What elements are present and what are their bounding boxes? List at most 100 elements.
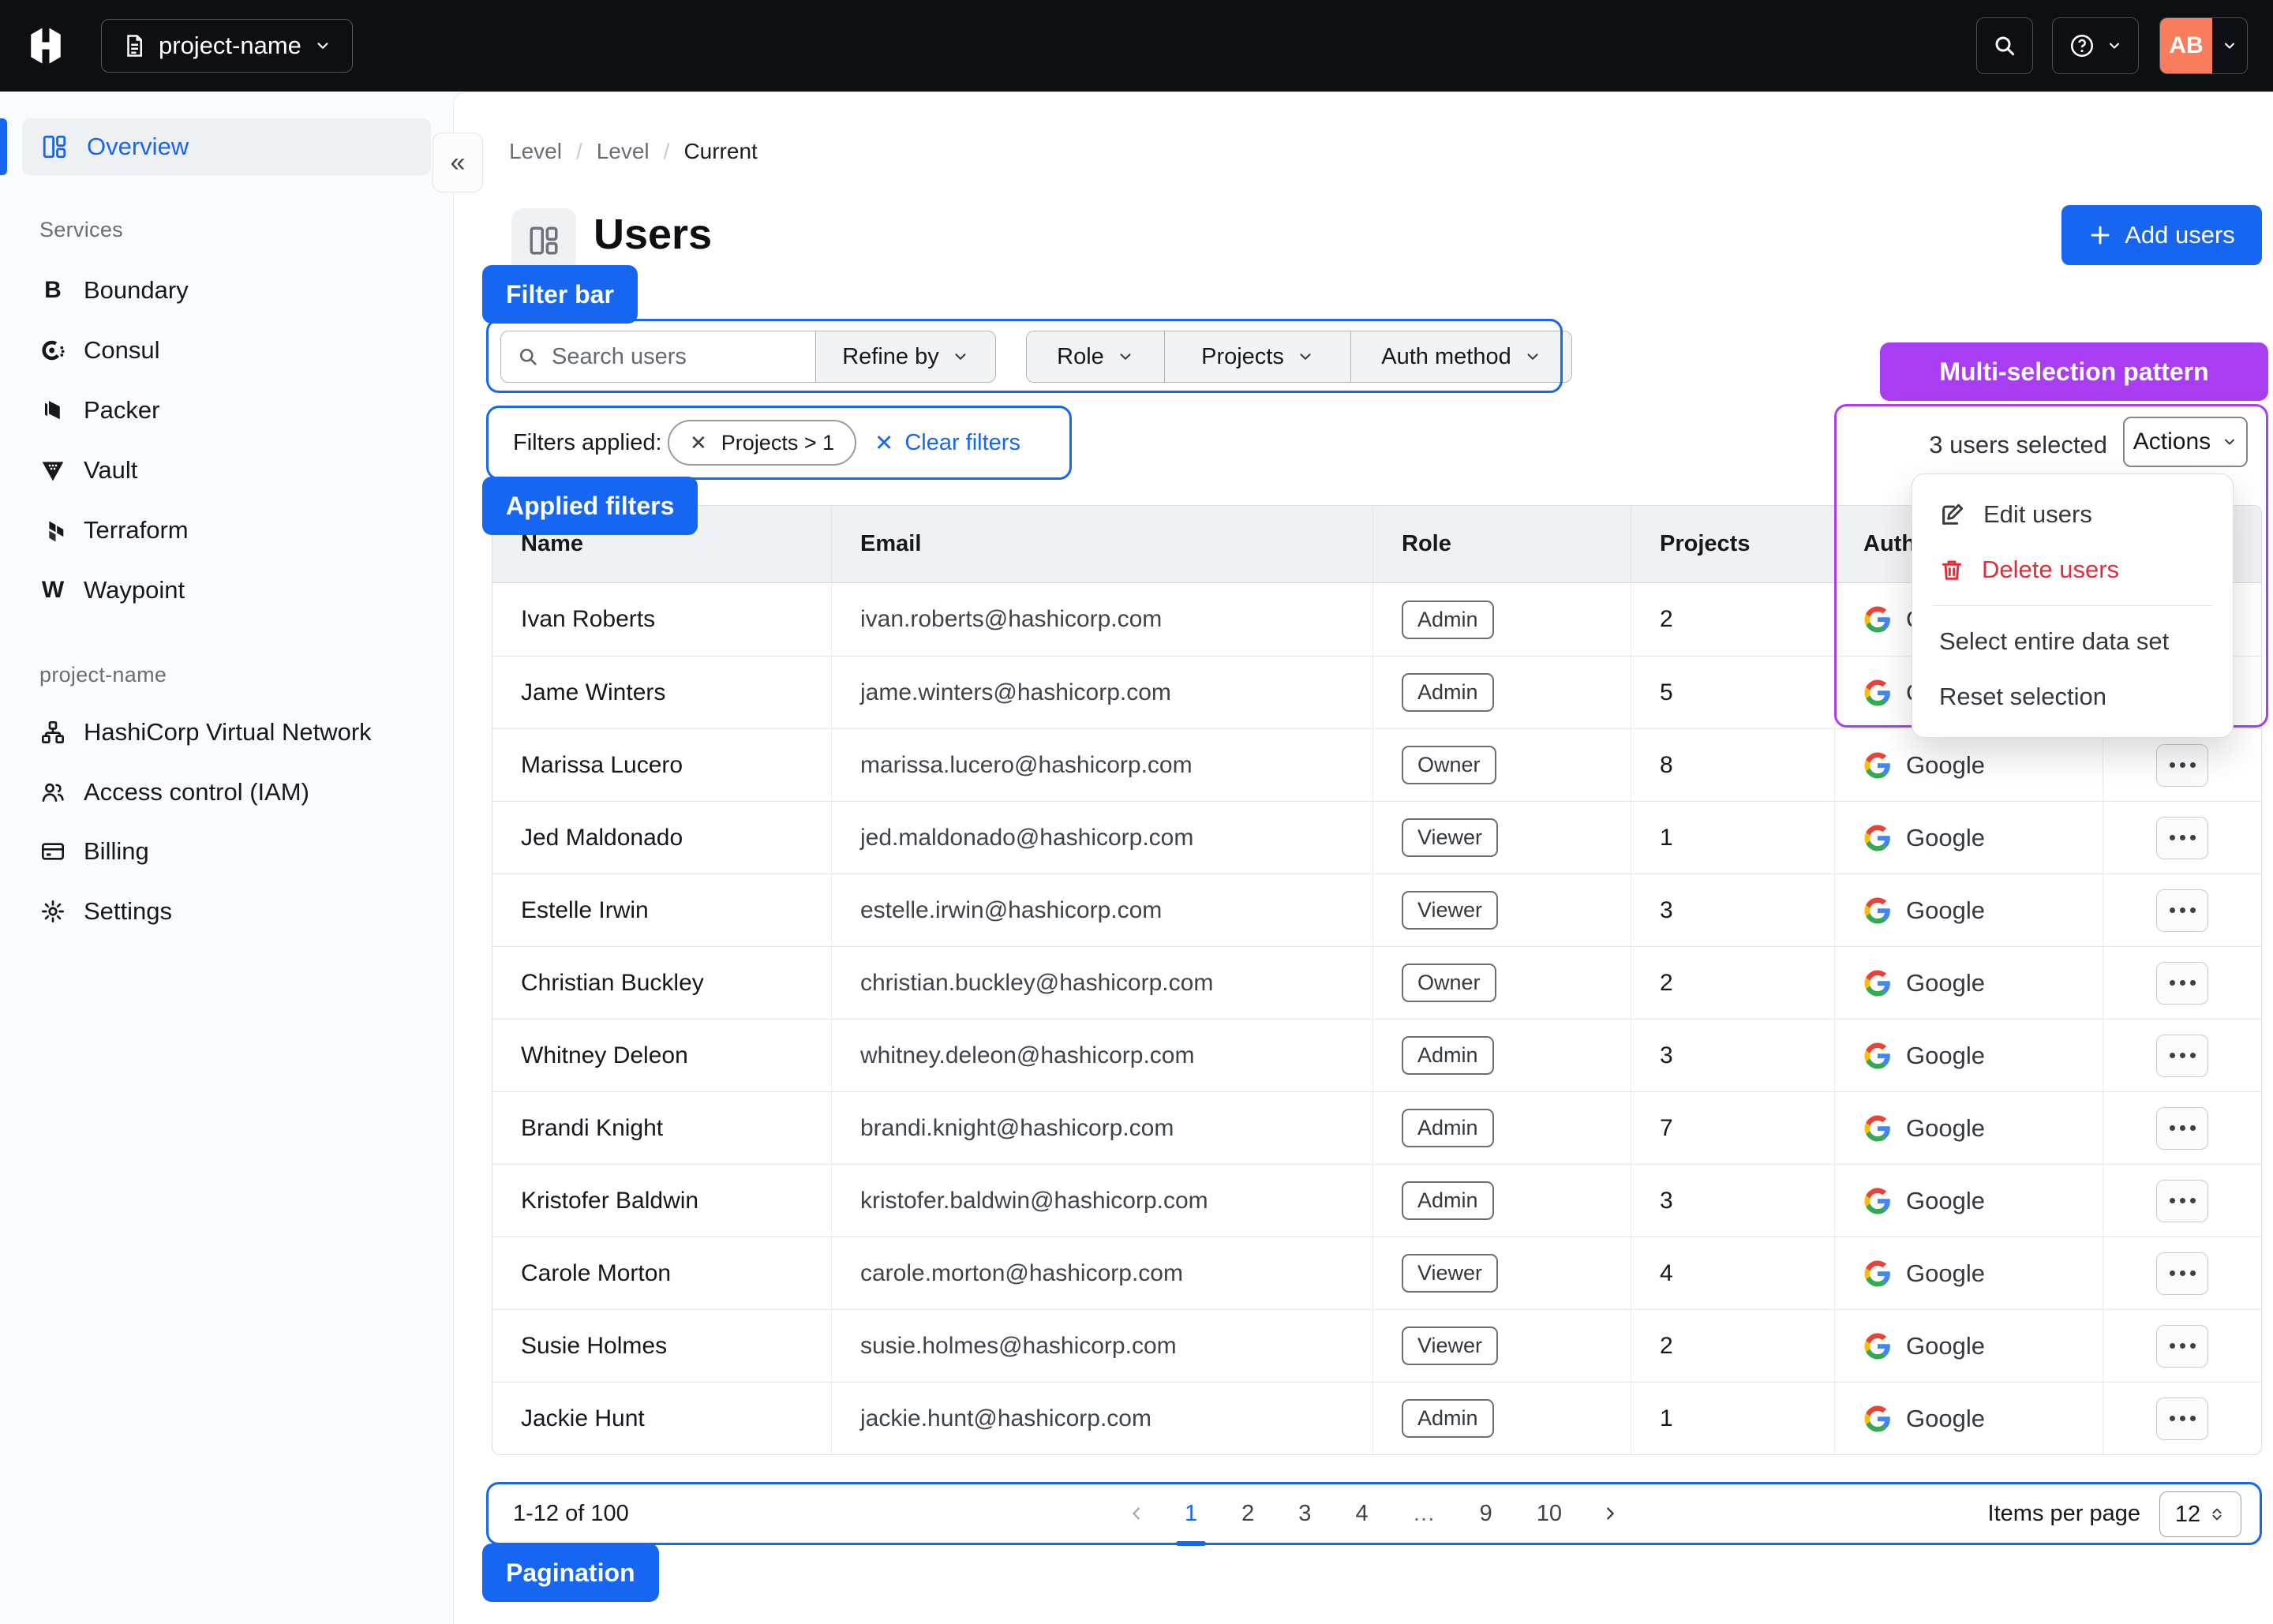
cell-email: carole.morton@hashicorp.com	[832, 1237, 1373, 1309]
row-overflow-menu-button[interactable]	[2156, 1107, 2208, 1150]
search-icon	[517, 346, 539, 368]
breadcrumb-level-2[interactable]: Level	[597, 139, 650, 164]
boundary-icon: B	[39, 277, 66, 304]
next-page-icon[interactable]	[1601, 1505, 1619, 1522]
table-row: Marissa Lucero marissa.lucero@hashicorp.…	[492, 728, 2261, 801]
sidebar-item-access-control-iam[interactable]: Access control (IAM)	[22, 764, 431, 821]
cell-projects: 7	[1631, 1092, 1835, 1164]
menu-item-select-entire-data-set[interactable]: Select entire data set	[1912, 614, 2233, 669]
previous-page-icon[interactable]	[1128, 1505, 1145, 1522]
role-filter-dropdown[interactable]: Role	[1027, 331, 1164, 382]
role-badge: Admin	[1402, 1399, 1494, 1438]
cell-actions	[2103, 1310, 2261, 1382]
gear-icon	[39, 898, 66, 925]
auth-method-filter-dropdown[interactable]: Auth method	[1350, 331, 1571, 382]
row-overflow-menu-button[interactable]	[2156, 889, 2208, 932]
cell-projects: 3	[1631, 1165, 1835, 1237]
refine-by-dropdown[interactable]: Refine by	[816, 331, 996, 383]
row-overflow-menu-button[interactable]	[2156, 744, 2208, 787]
sidebar-item-label: Terraform	[84, 516, 189, 544]
cell-actions	[2103, 729, 2261, 801]
cell-role: Admin	[1373, 1165, 1631, 1237]
menu-item-delete-users[interactable]: Delete users	[1912, 542, 2233, 597]
remove-filter-icon[interactable]: ✕	[690, 431, 707, 455]
sidebar-item-terraform[interactable]: Terraform	[22, 502, 431, 559]
row-overflow-menu-button[interactable]	[2156, 1325, 2208, 1368]
row-overflow-menu-button[interactable]	[2156, 1180, 2208, 1222]
breadcrumb-level-1[interactable]: Level	[509, 139, 562, 164]
breadcrumb-separator: /	[576, 139, 582, 164]
row-overflow-menu-button[interactable]	[2156, 817, 2208, 859]
role-badge: Admin	[1402, 601, 1494, 639]
page-button-9[interactable]: 9	[1475, 1495, 1497, 1533]
google-icon	[1863, 1332, 1892, 1360]
sidebar-item-overview[interactable]: Overview	[22, 118, 431, 175]
actions-menu: Edit users Delete users Select entire da…	[1912, 473, 2234, 738]
search-users-input[interactable]	[552, 344, 788, 370]
add-users-button[interactable]: Add users	[2061, 205, 2262, 265]
sidebar-item-label: Overview	[87, 133, 189, 161]
sidebar-item-packer[interactable]: Packer	[22, 382, 431, 439]
sidebar-item-billing[interactable]: Billing	[22, 823, 431, 880]
sidebar-item-settings[interactable]: Settings	[22, 883, 431, 940]
role-badge: Owner	[1402, 746, 1496, 784]
page-button-2[interactable]: 2	[1237, 1495, 1259, 1533]
menu-item-edit-users[interactable]: Edit users	[1912, 487, 2233, 542]
row-overflow-menu-button[interactable]	[2156, 1035, 2208, 1077]
table-row: Susie Holmes susie.holmes@hashicorp.com …	[492, 1309, 2261, 1382]
menu-divider	[1933, 605, 2212, 606]
credit-card-icon	[39, 838, 66, 865]
items-per-page-stepper[interactable]: 12	[2159, 1491, 2241, 1537]
table-row: Jackie Hunt jackie.hunt@hashicorp.com Ad…	[492, 1382, 2261, 1454]
help-icon	[2069, 32, 2095, 59]
google-icon	[1863, 1187, 1892, 1215]
cell-name: Brandi Knight	[492, 1092, 832, 1164]
auth-method-label: Google	[1906, 1259, 1985, 1288]
cell-name: Carole Morton	[492, 1237, 832, 1309]
menu-item-reset-selection[interactable]: Reset selection	[1912, 669, 2233, 724]
row-overflow-menu-button[interactable]	[2156, 962, 2208, 1005]
row-overflow-menu-button[interactable]	[2156, 1398, 2208, 1440]
chevron-down-icon	[952, 348, 969, 365]
row-overflow-menu-button[interactable]	[2156, 1252, 2208, 1295]
help-menu-button[interactable]	[2052, 17, 2139, 74]
cell-auth-method: Google	[1835, 1310, 2103, 1382]
filter-chip-projects[interactable]: ✕ Projects > 1	[668, 420, 856, 466]
account-menu-button[interactable]: AB	[2159, 17, 2248, 74]
cell-name: Jed Maldonado	[492, 802, 832, 874]
cell-role: Admin	[1373, 1092, 1631, 1164]
sidebar-item-hashicorp-virtual-network[interactable]: HashiCorp Virtual Network	[22, 704, 431, 761]
page-button-3[interactable]: 3	[1294, 1495, 1316, 1533]
chevron-down-icon	[1297, 348, 1314, 365]
cell-role: Owner	[1373, 729, 1631, 801]
actions-dropdown-button[interactable]: Actions	[2123, 417, 2248, 467]
project-switcher[interactable]: project-name	[101, 19, 353, 73]
add-users-label: Add users	[2125, 221, 2235, 249]
cell-email: ivan.roberts@hashicorp.com	[832, 583, 1373, 656]
column-header-role: Role	[1373, 506, 1631, 582]
sidebar-item-consul[interactable]: Consul	[22, 322, 431, 379]
chevron-down-icon	[1117, 348, 1134, 365]
sidebar-collapse-button[interactable]: «	[433, 133, 483, 193]
role-badge: Admin	[1402, 673, 1494, 712]
search-icon	[1992, 33, 2017, 58]
global-search-button[interactable]	[1976, 17, 2033, 74]
sidebar-item-vault[interactable]: Vault	[22, 442, 431, 499]
chevron-down-icon	[2212, 38, 2247, 54]
cell-role: Viewer	[1373, 1237, 1631, 1309]
google-icon	[1863, 1259, 1892, 1288]
sidebar-item-waypoint[interactable]: W Waypoint	[22, 562, 431, 619]
page-button-1[interactable]: 1	[1180, 1495, 1202, 1533]
search-users-field[interactable]	[500, 331, 816, 383]
clear-filters-link[interactable]: ✕ Clear filters	[874, 419, 1020, 466]
items-per-page-label: Items per page	[1918, 1490, 2140, 1537]
sidebar-item-boundary[interactable]: B Boundary	[22, 262, 431, 319]
page-button-4[interactable]: 4	[1350, 1495, 1372, 1533]
cell-role: Viewer	[1373, 874, 1631, 946]
cell-projects: 2	[1631, 1310, 1835, 1382]
consul-icon	[39, 337, 66, 364]
auth-method-label: Google	[1906, 1187, 1985, 1215]
auth-method-label: Google	[1906, 1114, 1985, 1143]
projects-filter-dropdown[interactable]: Projects	[1164, 331, 1350, 382]
page-button-10[interactable]: 10	[1532, 1495, 1567, 1533]
